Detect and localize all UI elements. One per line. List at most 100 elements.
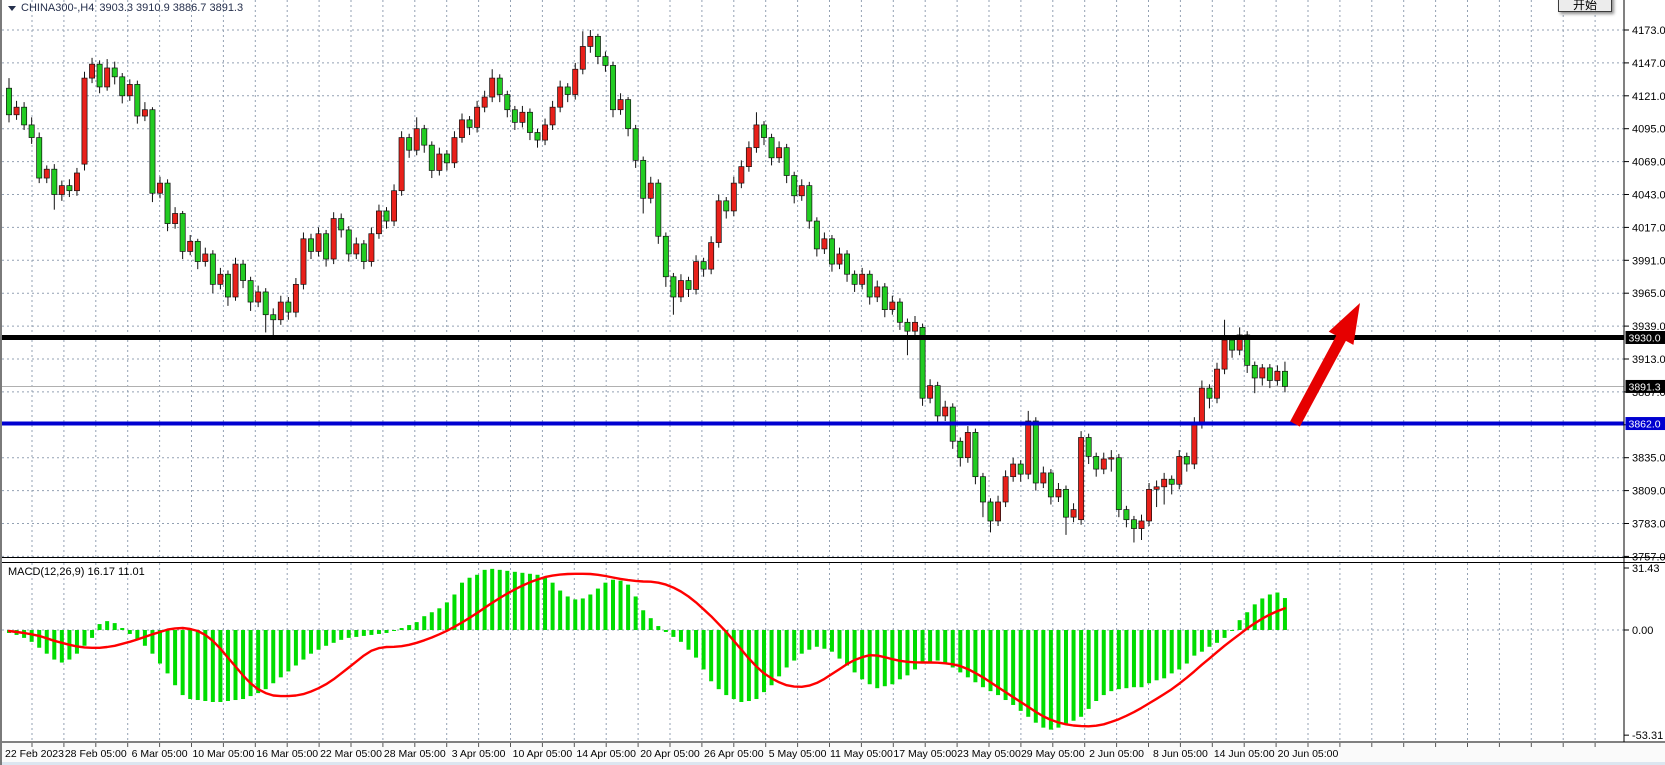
candles-layer — [6, 30, 1287, 542]
trend-arrow-shaft[interactable] — [1295, 333, 1344, 424]
macd-histogram-bar — [1026, 630, 1030, 717]
candle — [452, 138, 457, 163]
macd-histogram-bar — [203, 630, 207, 701]
candle — [173, 213, 178, 223]
macd-histogram-bar — [226, 630, 230, 701]
macd-histogram-bar — [1140, 630, 1144, 687]
macd-histogram-bar — [1109, 630, 1113, 691]
price-axis-label: 4147.0 — [1632, 58, 1665, 70]
candle — [429, 145, 434, 170]
price-axis-label: 3783.0 — [1632, 519, 1665, 531]
macd-histogram-bar — [543, 577, 547, 630]
macd-histogram-bar — [1177, 630, 1181, 669]
candle — [1282, 371, 1287, 386]
candle — [663, 236, 668, 276]
macd-histogram-bar — [98, 624, 102, 630]
price-axis-label: 3809.0 — [1632, 486, 1665, 498]
symbol-dropdown-icon[interactable] — [8, 6, 16, 11]
macd-histogram-bar — [513, 572, 517, 630]
macd-histogram-bar — [634, 596, 638, 630]
candle — [490, 78, 495, 97]
candle — [822, 239, 827, 249]
candle — [580, 46, 585, 69]
candle — [1079, 437, 1084, 519]
candle — [233, 264, 238, 297]
macd-histogram-bar — [354, 630, 358, 637]
macd-histogram-bar — [551, 583, 555, 630]
start-button[interactable]: 开始 — [1558, 0, 1612, 12]
macd-histogram-bar — [1230, 630, 1234, 631]
candle — [74, 173, 79, 191]
macd-histogram-bar — [573, 599, 577, 630]
macd-histogram-bar — [1034, 630, 1038, 723]
macd-histogram-bar — [400, 628, 404, 630]
symbol-timeframe-label: CHINA300-,H4 — [21, 2, 94, 14]
macd-histogram-bar — [1102, 630, 1106, 695]
macd-histogram-bar — [1200, 630, 1204, 652]
candle — [308, 239, 313, 252]
resistance-line-tag-label: 3930.0 — [1629, 332, 1661, 344]
candle — [912, 322, 917, 331]
date-axis-label: 11 May 05:00 — [830, 748, 893, 760]
candle — [422, 129, 427, 145]
macd-histogram-bar — [800, 630, 804, 654]
macd-histogram-bar — [785, 630, 789, 667]
macd-histogram-bar — [105, 621, 109, 630]
candle — [1260, 368, 1265, 378]
candle — [1184, 456, 1189, 464]
candle — [376, 211, 381, 234]
candle — [965, 432, 970, 457]
macd-histogram-bar — [815, 630, 819, 647]
candle — [890, 302, 895, 310]
candle — [935, 386, 940, 416]
candle — [814, 221, 819, 249]
macd-histogram-bar — [1185, 630, 1189, 664]
macd-histogram-bar — [317, 630, 321, 650]
macd-histogram-bar — [407, 625, 411, 630]
date-axis-label: 3 Apr 05:00 — [452, 748, 506, 760]
macd-histogram-bar — [490, 569, 494, 630]
candle — [610, 65, 615, 109]
macd-histogram-bar — [1011, 630, 1015, 705]
candle — [1086, 437, 1091, 456]
macd-histogram-bar — [687, 630, 691, 650]
macd-histogram-bar — [218, 630, 222, 702]
macd-histogram-bar — [422, 616, 426, 630]
candle — [588, 36, 593, 46]
candle — [278, 302, 283, 320]
candle — [1207, 388, 1212, 398]
candle — [1146, 489, 1151, 521]
macd-histogram-bar — [717, 630, 721, 689]
candle — [678, 281, 683, 297]
macd-histogram-bar — [294, 630, 298, 666]
macd-histogram-bar — [671, 630, 675, 637]
candle — [14, 107, 19, 115]
macd-histogram-bar — [505, 571, 509, 630]
macd-histogram-bar — [898, 630, 902, 679]
price-axis-label: 3835.0 — [1632, 453, 1665, 465]
candle — [271, 315, 276, 320]
candle — [724, 201, 729, 211]
candle — [1018, 464, 1023, 474]
macd-histogram-bar — [890, 630, 894, 684]
macd-histogram-bar — [838, 630, 842, 659]
macd-histogram-bar — [1072, 630, 1076, 721]
candle — [1169, 479, 1174, 484]
current-price-line-tag-label: 3891.3 — [1629, 381, 1661, 393]
candle — [943, 407, 948, 416]
macd-histogram-bar — [1117, 630, 1121, 689]
chart-area[interactable]: 4173.04147.04121.04095.04069.04043.04017… — [2, 0, 1665, 765]
macd-histogram-bar — [596, 589, 600, 630]
macd-histogram-bar — [951, 630, 955, 667]
candle — [527, 112, 532, 132]
price-axis-label: 3991.0 — [1632, 255, 1665, 267]
candle — [180, 213, 185, 251]
candle — [1199, 388, 1204, 423]
candle — [1162, 479, 1167, 487]
candle — [716, 201, 721, 243]
price-axis-label: 3965.0 — [1632, 288, 1665, 300]
macd-histogram-bar — [30, 630, 34, 642]
candle — [361, 244, 366, 262]
candle — [648, 183, 653, 198]
macd-histogram-bar — [1207, 630, 1211, 647]
